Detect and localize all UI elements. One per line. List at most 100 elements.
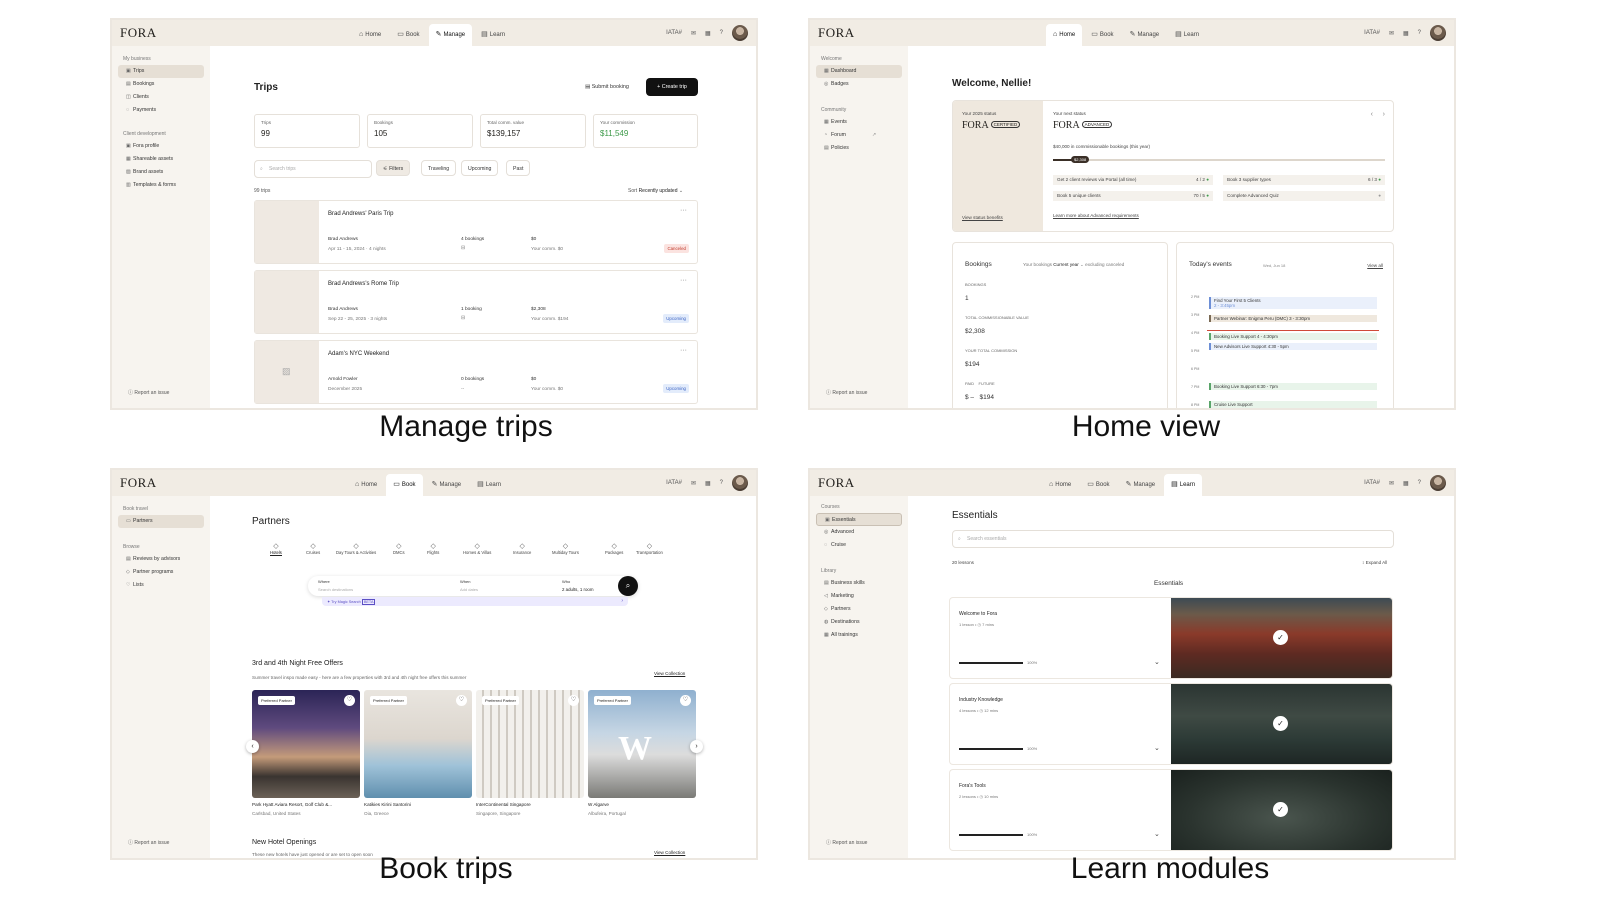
sidebar-item-fora-profile[interactable]: ▣ Fora profile [118,140,204,153]
sidebar-item-destinations[interactable]: ◍ Destinations [816,616,902,629]
nav-book[interactable]: ▭ Book [1080,474,1116,496]
sidebar-item-all-trainings[interactable]: ▦ All trainings [816,629,902,642]
mail-icon[interactable]: ✉ [691,30,696,37]
chevron-down-icon[interactable]: ⌄ [1154,830,1160,838]
where-input[interactable]: Search destinations [318,587,353,592]
help-icon[interactable]: ? [1418,30,1421,36]
help-icon[interactable]: ? [1418,480,1421,486]
category-tab-insurance[interactable]: ◇ Insurance [513,542,531,555]
sidebar-item-payments[interactable]: ◌ Payments [118,104,204,117]
view-benefits-link[interactable]: View status benefits [962,215,1003,220]
submit-booking-button[interactable]: ▤ Submit booking [576,78,638,96]
iata-label[interactable]: IATA# [666,480,682,486]
more-icon[interactable]: ··· [680,347,687,354]
calendar-icon[interactable]: ▦ [705,480,711,487]
expand-all-button[interactable]: ↕ Expand All [1362,560,1387,565]
sidebar-item-trips[interactable]: ▣ Trips [118,65,204,78]
sidebar-item-essentials[interactable]: ▣ Essentials [816,513,902,526]
search-essentials-input[interactable]: ⌕ Search essentials [952,530,1394,548]
filters-button[interactable]: ⚟ Filters [376,160,411,176]
avatar[interactable] [732,475,748,491]
module-card[interactable]: Industry Knowledge 4 lessons • ◷ 12 mins… [950,684,1392,764]
filter-traveling[interactable]: Traveling [421,160,457,176]
nav-learn[interactable]: ▤ Learn [474,24,512,46]
filter-upcoming[interactable]: Upcoming [461,160,499,176]
sidebar-item-advanced[interactable]: ◎ Advanced [816,526,902,539]
bookings-filter[interactable]: Your bookings Current year ⌄ excluding c… [1023,262,1124,268]
sidebar-item-partners[interactable]: ◇ Partners [816,603,902,616]
sidebar-item-events[interactable]: ▦ Events [816,116,902,129]
mail-icon[interactable]: ✉ [1389,30,1394,37]
sidebar-item-reviews[interactable]: ▤ Reviews by advisors [118,553,204,566]
category-tab-transportation[interactable]: ◇ Transportation [636,542,663,555]
category-tab-homes-villas[interactable]: ◇ Homes & Villas [463,542,491,555]
nav-learn[interactable]: ▤ Learn [1168,24,1206,46]
hotel-card[interactable]: Preferred Partner ♡ W [588,690,696,798]
avatar[interactable] [1430,475,1446,491]
calendar-icon[interactable]: ▦ [705,30,711,37]
nav-home[interactable]: ⌂ Home [352,24,388,46]
heart-icon[interactable]: ♡ [456,695,467,706]
nav-book[interactable]: ▭ Book [1084,24,1120,46]
category-tab-dmcs[interactable]: ◇ DMCs [393,542,405,555]
nav-manage[interactable]: ✎ Manage [1119,474,1163,496]
nav-manage[interactable]: ✎ Manage [428,24,473,46]
sidebar-item-forum[interactable]: ◔ Forum ↗ [816,129,902,142]
report-issue-link[interactable]: ⓘ Report an issue [128,389,169,396]
hotel-card[interactable]: Preferred Partner ♡ [364,690,472,798]
sidebar-item-badges[interactable]: ◎ Badges [816,78,902,91]
heart-icon[interactable]: ♡ [568,695,579,706]
category-tab-flights[interactable]: ◇ Flights [427,542,439,555]
sidebar-item-dashboard[interactable]: ▦ Dashboard [816,65,902,78]
nav-manage[interactable]: ✎ Manage [425,474,469,496]
calendar-icon[interactable]: ▦ [1403,480,1409,487]
more-icon[interactable]: ··· [680,277,687,284]
category-tab-cruises[interactable]: ◇ Cruises [306,542,320,555]
category-tab-packages[interactable]: ◇ Packages [605,542,623,555]
category-tab-multiday-tours[interactable]: ◇ Multiday Tours [552,542,579,555]
sidebar-item-marketing[interactable]: ◁ Marketing [816,590,902,603]
calendar-icon[interactable]: ▦ [1403,30,1409,37]
who-input[interactable]: 2 adults, 1 room [562,587,593,592]
event-item[interactable]: Cruise Live Support7:30 - 8:15pm [1209,401,1377,408]
sidebar-item-cruise[interactable]: ◌ Cruise [816,539,902,552]
event-item[interactable]: New Advisors Live Support 4:30 - 5pm [1209,343,1377,350]
module-card[interactable]: Welcome to Fora 1 lesson • ◷ 7 mins 100%… [950,598,1392,678]
search-trips-input[interactable]: ⌕ Search trips [254,160,372,178]
trip-card[interactable]: ▨ Adam's NYC Weekend ··· Arnold Fowler D… [254,340,698,404]
iata-label[interactable]: IATA# [1364,480,1380,486]
event-item[interactable]: Partner Webinar: Enigma Peru (DMC) 3 - 3… [1209,315,1377,322]
report-issue-link[interactable]: ⓘ Report an issue [128,839,169,846]
view-collection-link[interactable]: View Collection [654,671,685,676]
heart-icon[interactable]: ♡ [344,695,355,706]
mail-icon[interactable]: ✉ [691,480,696,487]
sidebar-item-policies[interactable]: ▤ Policies [816,142,902,155]
avatar[interactable] [1430,25,1446,41]
category-tab-hotels[interactable]: ◇ Hotels [270,542,282,556]
nav-manage[interactable]: ✎ Manage [1123,24,1167,46]
trip-card[interactable]: Brad Andrews' Paris Trip ··· Brad Andrew… [254,200,698,264]
sidebar-item-clients[interactable]: ◫ Clients [118,91,204,104]
sidebar-item-bookings[interactable]: ▤ Bookings [118,78,204,91]
event-item[interactable]: Booking Live Support 4 - 4:30pm [1209,333,1377,340]
iata-label[interactable]: IATA# [1364,30,1380,36]
carousel-next-icon[interactable]: › [690,740,703,753]
nav-book[interactable]: ▭ Book [390,24,426,46]
prev-arrow-icon[interactable]: ‹ [1371,111,1373,118]
trip-card[interactable]: Brad Andrews's Rome Trip ··· Brad Andrew… [254,270,698,334]
more-icon[interactable]: ··· [680,207,687,214]
nav-home[interactable]: ⌂ Home [348,474,384,496]
heart-icon[interactable]: ♡ [680,695,691,706]
nav-book[interactable]: ▭ Book [386,474,423,496]
mail-icon[interactable]: ✉ [1389,480,1394,487]
report-issue-link[interactable]: ⓘ Report an issue [826,389,867,396]
sidebar-item-partners[interactable]: ▭ Partners [118,515,204,528]
learn-more-link[interactable]: Learn more about Advanced requirements [1053,213,1139,218]
sidebar-item-shareable-assets[interactable]: ▦ Shareable assets [118,153,204,166]
report-issue-link[interactable]: ⓘ Report an issue [826,839,867,846]
module-card[interactable]: Fora's Tools 2 lessons • ◷ 10 mins 100% … [950,770,1392,850]
sidebar-item-lists[interactable]: ♡ Lists [118,579,204,592]
hotel-card[interactable]: Preferred Partner ♡ [252,690,360,798]
hotel-card[interactable]: Preferred Partner ♡ [476,690,584,798]
when-input[interactable]: Add dates [460,587,478,592]
